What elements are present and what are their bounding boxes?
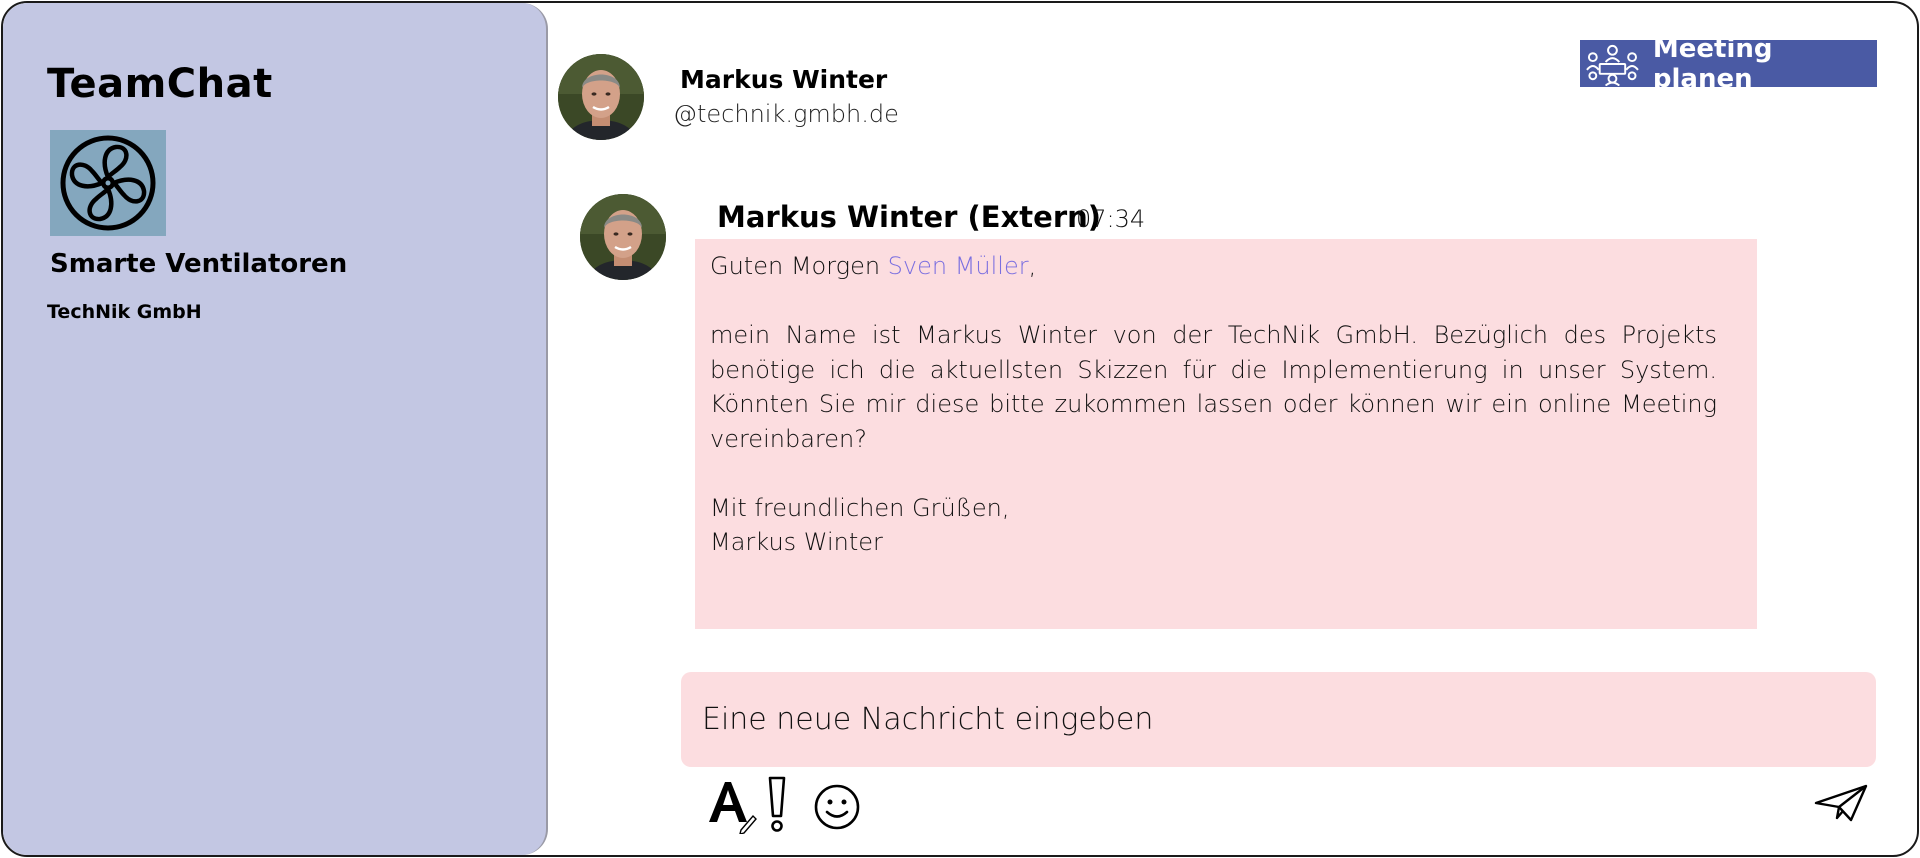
message-greeting: Guten Morgen Sven Müller,: [710, 249, 1717, 284]
person-avatar-image: [558, 54, 644, 140]
message-sender-name: Markus Winter (Extern): [717, 200, 1102, 234]
message-bubble: Guten Morgen Sven Müller, mein Name ist …: [695, 239, 1757, 629]
schedule-meeting-label: Meeting planen: [1652, 33, 1773, 94]
format-text-icon[interactable]: [707, 778, 757, 834]
contact-avatar[interactable]: [558, 54, 644, 140]
fan-icon: [60, 135, 156, 231]
greeting-prefix: Guten Morgen: [710, 252, 888, 280]
message-closing: Mit freundlichen Grüßen,: [710, 493, 1010, 522]
message-timestamp: 07:34: [1076, 205, 1146, 233]
app-title: TeamChat: [47, 61, 273, 107]
send-icon[interactable]: [1813, 783, 1869, 823]
message-input[interactable]: Eine neue Nachricht eingeben: [681, 672, 1876, 767]
important-icon[interactable]: [761, 776, 793, 834]
emoji-icon[interactable]: [813, 783, 861, 831]
mention-link[interactable]: Sven Müller: [888, 252, 1029, 280]
meeting-icon: [1586, 44, 1639, 86]
sidebar: TeamChat Smarte Ventilatoren TechNik Gmb…: [3, 3, 548, 855]
message-sender-avatar[interactable]: [580, 194, 666, 280]
contact-name: Markus Winter: [680, 65, 888, 94]
message-input-placeholder: Eine neue Nachricht eingeben: [702, 702, 1154, 737]
message-body: mein Name ist Markus Winter von der Tech…: [710, 321, 1717, 453]
person-avatar-image: [580, 194, 666, 280]
greeting-suffix: ,: [1028, 252, 1037, 280]
schedule-meeting-button[interactable]: Meeting planen: [1580, 34, 1877, 94]
message-signature: Markus Winter: [710, 528, 883, 556]
team-name[interactable]: Smarte Ventilatoren: [50, 249, 347, 279]
app-window: TeamChat Smarte Ventilatoren TechNik Gmb…: [1, 1, 1919, 857]
team-logo[interactable]: [50, 130, 166, 236]
contact-email: @technik.gmbh.de: [673, 100, 899, 128]
company-name: TechNik GmbH: [47, 301, 202, 323]
